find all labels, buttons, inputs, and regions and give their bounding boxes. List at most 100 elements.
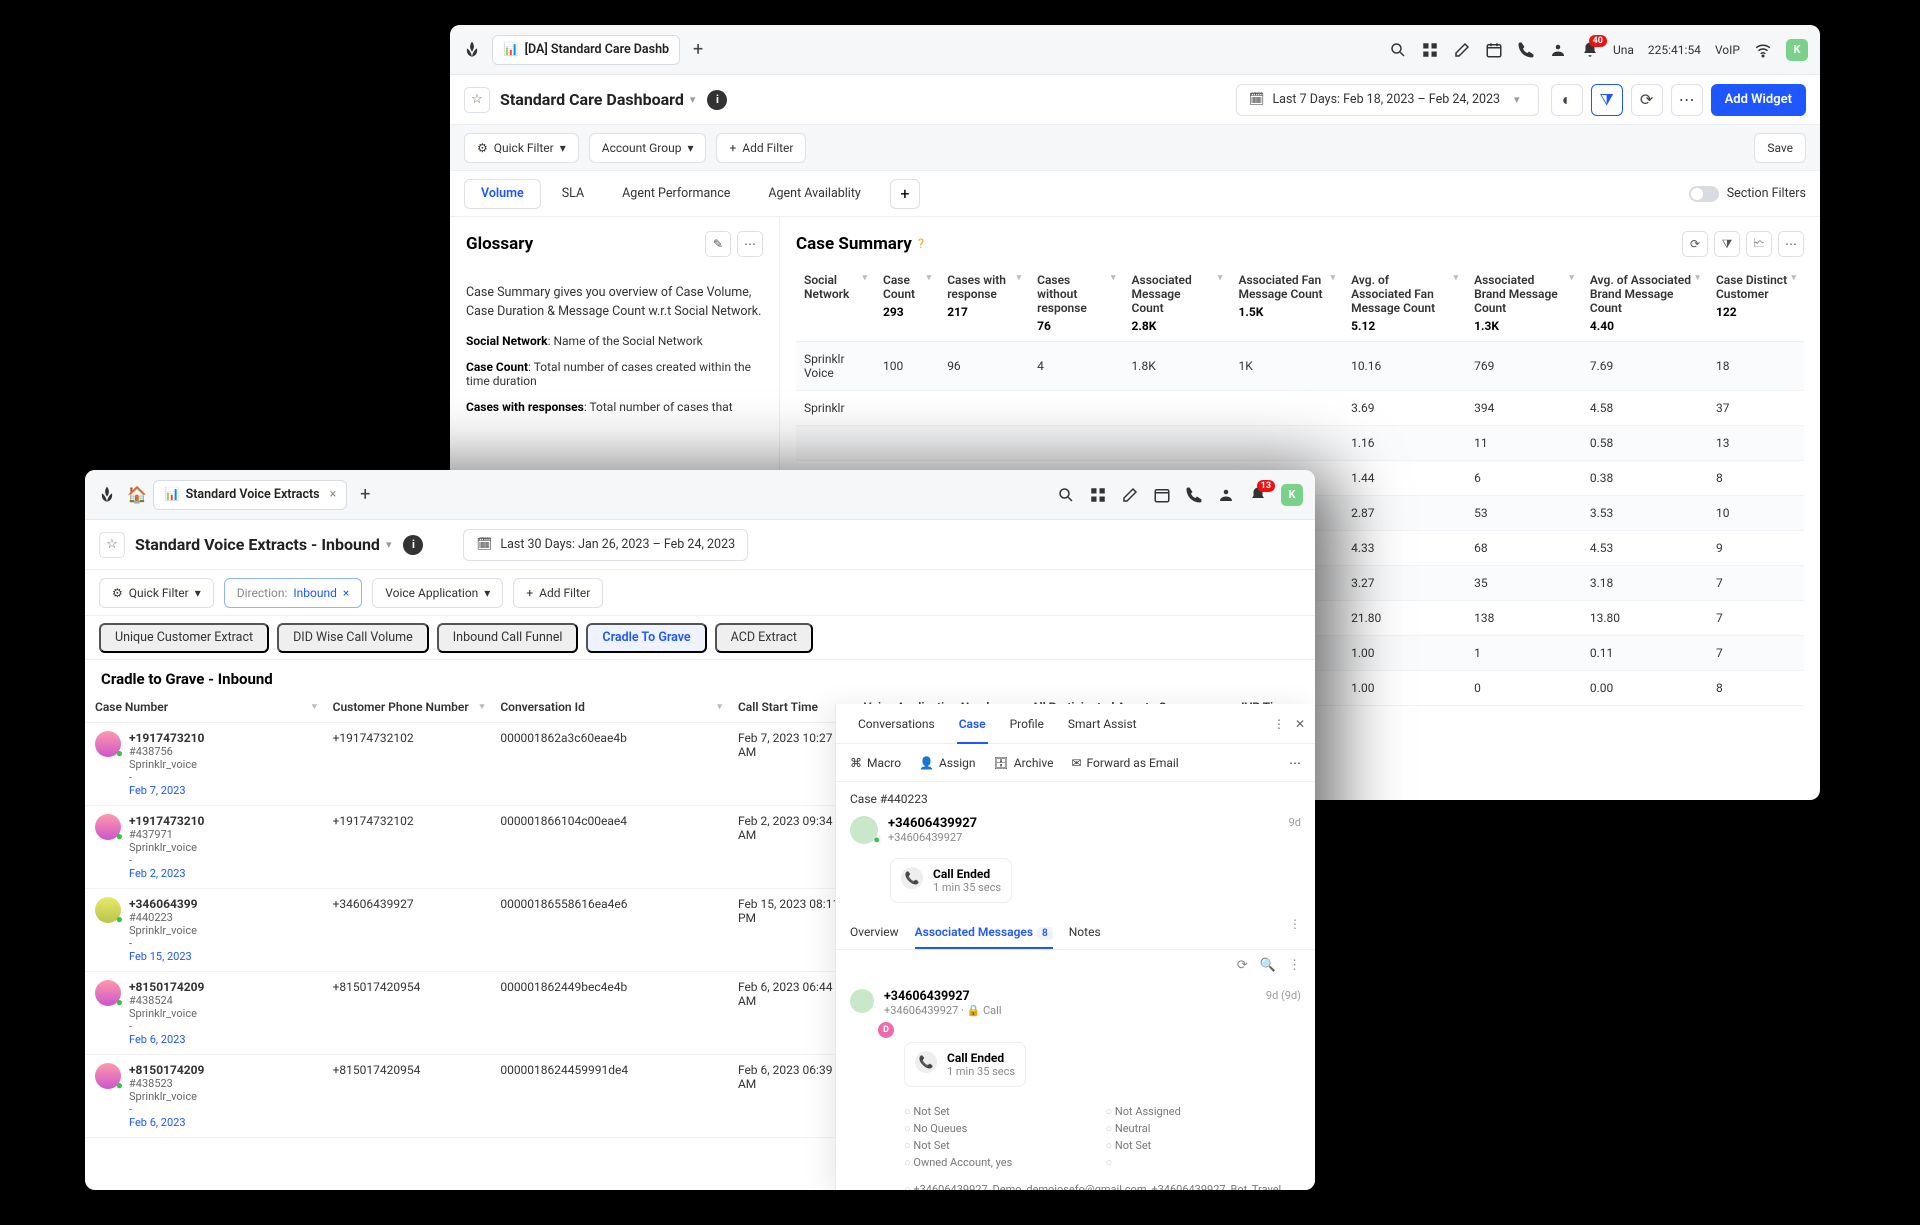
more-icon[interactable]: ⋯ [737,231,763,257]
forward-action[interactable]: ✉ Forward as Email [1071,756,1178,770]
column-header[interactable]: Case Number▾ [85,692,323,723]
refresh-icon[interactable]: ⟳ [1682,231,1708,257]
table-row[interactable]: Sprinklr3.693944.5837 [796,391,1804,426]
apps-icon[interactable] [1089,486,1107,504]
refresh-icon[interactable]: ⟳ [1237,958,1248,973]
compose-icon[interactable] [1453,41,1471,59]
clear-icon[interactable]: × [343,586,349,600]
toggle-switch[interactable] [1689,186,1719,202]
apps-icon[interactable] [1421,41,1439,59]
column-header[interactable]: Social Network▾ [796,267,875,342]
modal-tab-active[interactable]: Case [947,704,998,744]
macro-action[interactable]: ⌘ Macro [850,756,901,770]
filter-button[interactable]: ⧩ [1591,84,1623,116]
close-tab-icon[interactable]: × [330,487,337,502]
new-tab-button[interactable]: + [688,39,708,60]
new-tab-button[interactable]: + [355,484,375,505]
add-tab-button[interactable]: + [890,179,920,209]
modal-close-icon[interactable]: ✕ [1295,717,1305,731]
subtab-active[interactable]: Cradle To Grave [586,623,706,653]
tab-sla[interactable]: SLA [545,179,601,209]
more-icon[interactable]: ⋯ [1289,756,1301,770]
quick-filter[interactable]: ⚙ Quick Filter ▾ [464,133,579,163]
calendar-icon[interactable] [1153,486,1171,504]
search-icon[interactable] [1389,41,1407,59]
more-button[interactable]: ⋯ [1671,84,1703,116]
search-icon[interactable]: 🔍 [1260,958,1276,973]
bell-icon[interactable]: 13 [1249,486,1267,504]
table-row[interactable]: Sprinklr Voice1009641.8K1K10.167697.6918 [796,342,1804,391]
team-icon[interactable] [1549,41,1567,59]
title-caret[interactable]: ▾ [690,93,696,106]
avatar[interactable]: K [1281,484,1303,506]
compose-icon[interactable] [1121,486,1139,504]
save-button[interactable]: Save [1754,133,1806,163]
date-range-picker[interactable]: 🗓Last 30 Days: Jan 26, 2023 – Feb 24, 20… [463,529,748,561]
add-widget-button[interactable]: Add Widget [1711,84,1806,116]
browser-tab[interactable]: 📊 Standard Voice Extracts × [153,480,347,510]
more-icon[interactable]: ⋮ [1288,958,1301,973]
column-header[interactable]: Associated Message Count▾2.8K [1124,267,1231,342]
assign-action[interactable]: 👤 Assign [919,756,975,770]
list-title: Cradle to Grave - Inbound [85,660,1315,692]
add-filter-button[interactable]: + Add Filter [716,133,806,163]
favorite-button[interactable]: ☆ [464,87,490,113]
more-icon[interactable]: ⋮ [1289,917,1301,949]
column-header[interactable]: Case Count▾293 [875,267,939,342]
subtab[interactable]: Inbound Call Funnel [437,623,579,653]
subtab[interactable]: DID Wise Call Volume [277,623,429,653]
favorite-button[interactable]: ☆ [99,532,125,558]
avatar[interactable]: K [1786,39,1808,61]
edit-icon[interactable]: ✎ [705,231,731,257]
phone-icon[interactable] [1185,486,1203,504]
modal-tab[interactable]: Smart Assist [1056,704,1149,744]
date-range-picker[interactable]: 🗓 Last 7 Days: Feb 18, 2023 – Feb 24, 20… [1236,84,1539,116]
phone-icon[interactable] [1517,41,1535,59]
tab-title: Standard Voice Extracts [186,487,320,502]
tab-volume[interactable]: Volume [464,179,541,209]
avatar [850,989,874,1013]
bell-icon[interactable]: 40 [1581,41,1599,59]
modal-tab[interactable]: Conversations [846,704,947,744]
theme-button[interactable]: ◐ [1551,84,1583,116]
refresh-button[interactable]: ⟳ [1631,84,1663,116]
summary-title: Case Summary [796,234,912,254]
info-icon[interactable]: i [707,90,727,110]
search-icon[interactable] [1057,486,1075,504]
column-header[interactable]: Associated Brand Message Count▾1.3K [1466,267,1582,342]
voice-app-filter[interactable]: Voice Application ▾ [372,578,503,608]
more-icon[interactable]: ⋯ [1778,231,1804,257]
column-header[interactable]: Conversation Id▾ [490,692,728,723]
info-icon[interactable]: i [403,535,423,555]
column-header[interactable]: Associated Fan Message Count▾1.5K [1230,267,1343,342]
modal-tabs: Conversations Case Profile Smart Assist … [836,704,1315,744]
home-icon[interactable]: 🏠 [127,485,147,504]
calendar-icon[interactable] [1485,41,1503,59]
d-badge: D [878,1022,894,1038]
modal-more-icon[interactable]: ⋮ [1273,717,1285,731]
add-filter-button[interactable]: + Add Filter [513,578,603,608]
table-row[interactable]: 1.16110.5813 [796,426,1804,461]
quick-filter[interactable]: ⚙ Quick Filter ▾ [99,578,214,608]
browser-tab[interactable]: 📊 [DA] Standard Care Dashb [492,35,680,65]
team-icon[interactable] [1217,486,1235,504]
glossary-lead: Case Summary gives you overview of Case … [466,283,763,322]
subtab[interactable]: Unique Customer Extract [99,623,269,653]
tab-agent-avail[interactable]: Agent Availablity [751,179,878,209]
modal-tab[interactable]: Profile [998,704,1056,744]
case-detail-panel: Conversations Case Profile Smart Assist … [835,704,1315,1190]
chart-icon[interactable]: 🗠 [1746,231,1772,257]
column-header[interactable]: Cases with response▾217 [939,267,1029,342]
archive-action[interactable]: 🗄 Archive [994,756,1054,770]
column-header[interactable]: Customer Phone Number▾ [323,692,491,723]
column-header[interactable]: Case Distinct Customer▾122 [1708,267,1804,342]
subtab[interactable]: ACD Extract [715,623,813,653]
direction-filter[interactable]: Direction: Inbound × [224,578,363,608]
filter-icon[interactable]: ⧩ [1714,231,1740,257]
account-group-filter[interactable]: Account Group ▾ [589,133,707,163]
tab-agent-perf[interactable]: Agent Performance [605,179,747,209]
column-header[interactable]: Cases without response▾76 [1029,267,1123,342]
column-header[interactable]: Avg. of Associated Fan Message Count▾5.1… [1343,267,1466,342]
column-header[interactable]: Avg. of Associated Brand Message Count▾4… [1582,267,1708,342]
section-filters-toggle[interactable]: Section Filters [1689,186,1806,202]
